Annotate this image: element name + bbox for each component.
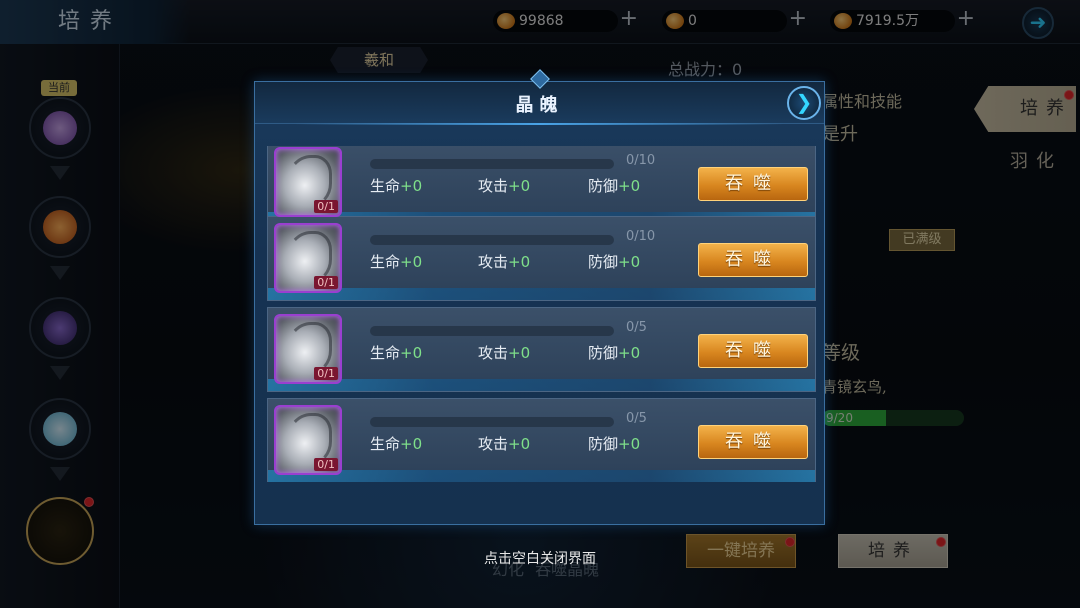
hp-stat: 生命+0 [370,253,423,271]
attack-stat: 攻击+0 [478,177,531,195]
soul-progress-text: 0/10 [626,153,656,168]
soul-list[interactable]: 0/1 0/10 生命+0 攻击+0 防御+0 吞噬 0/1 0/10 生命+0… [267,146,816,482]
hp-stat: 生命+0 [370,435,423,453]
devour-button[interactable]: 吞噬 [698,243,808,277]
devour-button[interactable]: 吞噬 [698,167,808,201]
soul-progress-bar [370,417,614,427]
soul-progress-bar [370,159,614,169]
soul-progress-text: 0/5 [626,411,647,426]
attack-stat: 攻击+0 [478,435,531,453]
soul-count: 0/1 [314,276,338,289]
defense-stat: 防御+0 [588,253,641,271]
defense-stat: 防御+0 [588,435,641,453]
devour-button[interactable]: 吞噬 [698,425,808,459]
crystal-soul-icon: 0/1 [274,147,342,217]
devour-button[interactable]: 吞噬 [698,334,808,368]
crystal-soul-icon: 0/1 [274,405,342,475]
defense-stat: 防御+0 [588,344,641,362]
crystal-soul-icon: 0/1 [274,314,342,384]
hp-stat: 生命+0 [370,177,423,195]
soul-progress-text: 0/5 [626,320,647,335]
soul-progress-bar [370,235,614,245]
crystal-soul-dialog: 晶魄 ❯ 0/1 0/10 生命+0 攻击+0 防御+0 吞噬 0/1 0/10… [254,69,825,525]
soul-progress-text: 0/10 [626,229,656,244]
list-item: 0/1 0/10 生命+0 攻击+0 防御+0 吞噬 [267,216,816,301]
list-item: 0/1 0/5 生命+0 攻击+0 防御+0 吞噬 [267,307,816,392]
crystal-soul-icon: 0/1 [274,223,342,293]
chevron-right-icon[interactable]: ❯ [787,86,821,120]
soul-count: 0/1 [314,458,338,471]
list-item: 0/1 0/10 生命+0 攻击+0 防御+0 吞噬 [267,146,816,225]
list-item: 0/1 0/5 生命+0 攻击+0 防御+0 吞噬 [267,398,816,482]
attack-stat: 攻击+0 [478,253,531,271]
soul-progress-bar [370,326,614,336]
close-hint: 点击空白关闭界面 [484,551,596,567]
attack-stat: 攻击+0 [478,344,531,362]
defense-stat: 防御+0 [588,177,641,195]
soul-count: 0/1 [314,367,338,380]
dialog-header: 晶魄 ❯ [255,69,824,125]
dialog-title: 晶魄 [515,95,564,116]
soul-count: 0/1 [314,200,338,213]
hp-stat: 生命+0 [370,344,423,362]
